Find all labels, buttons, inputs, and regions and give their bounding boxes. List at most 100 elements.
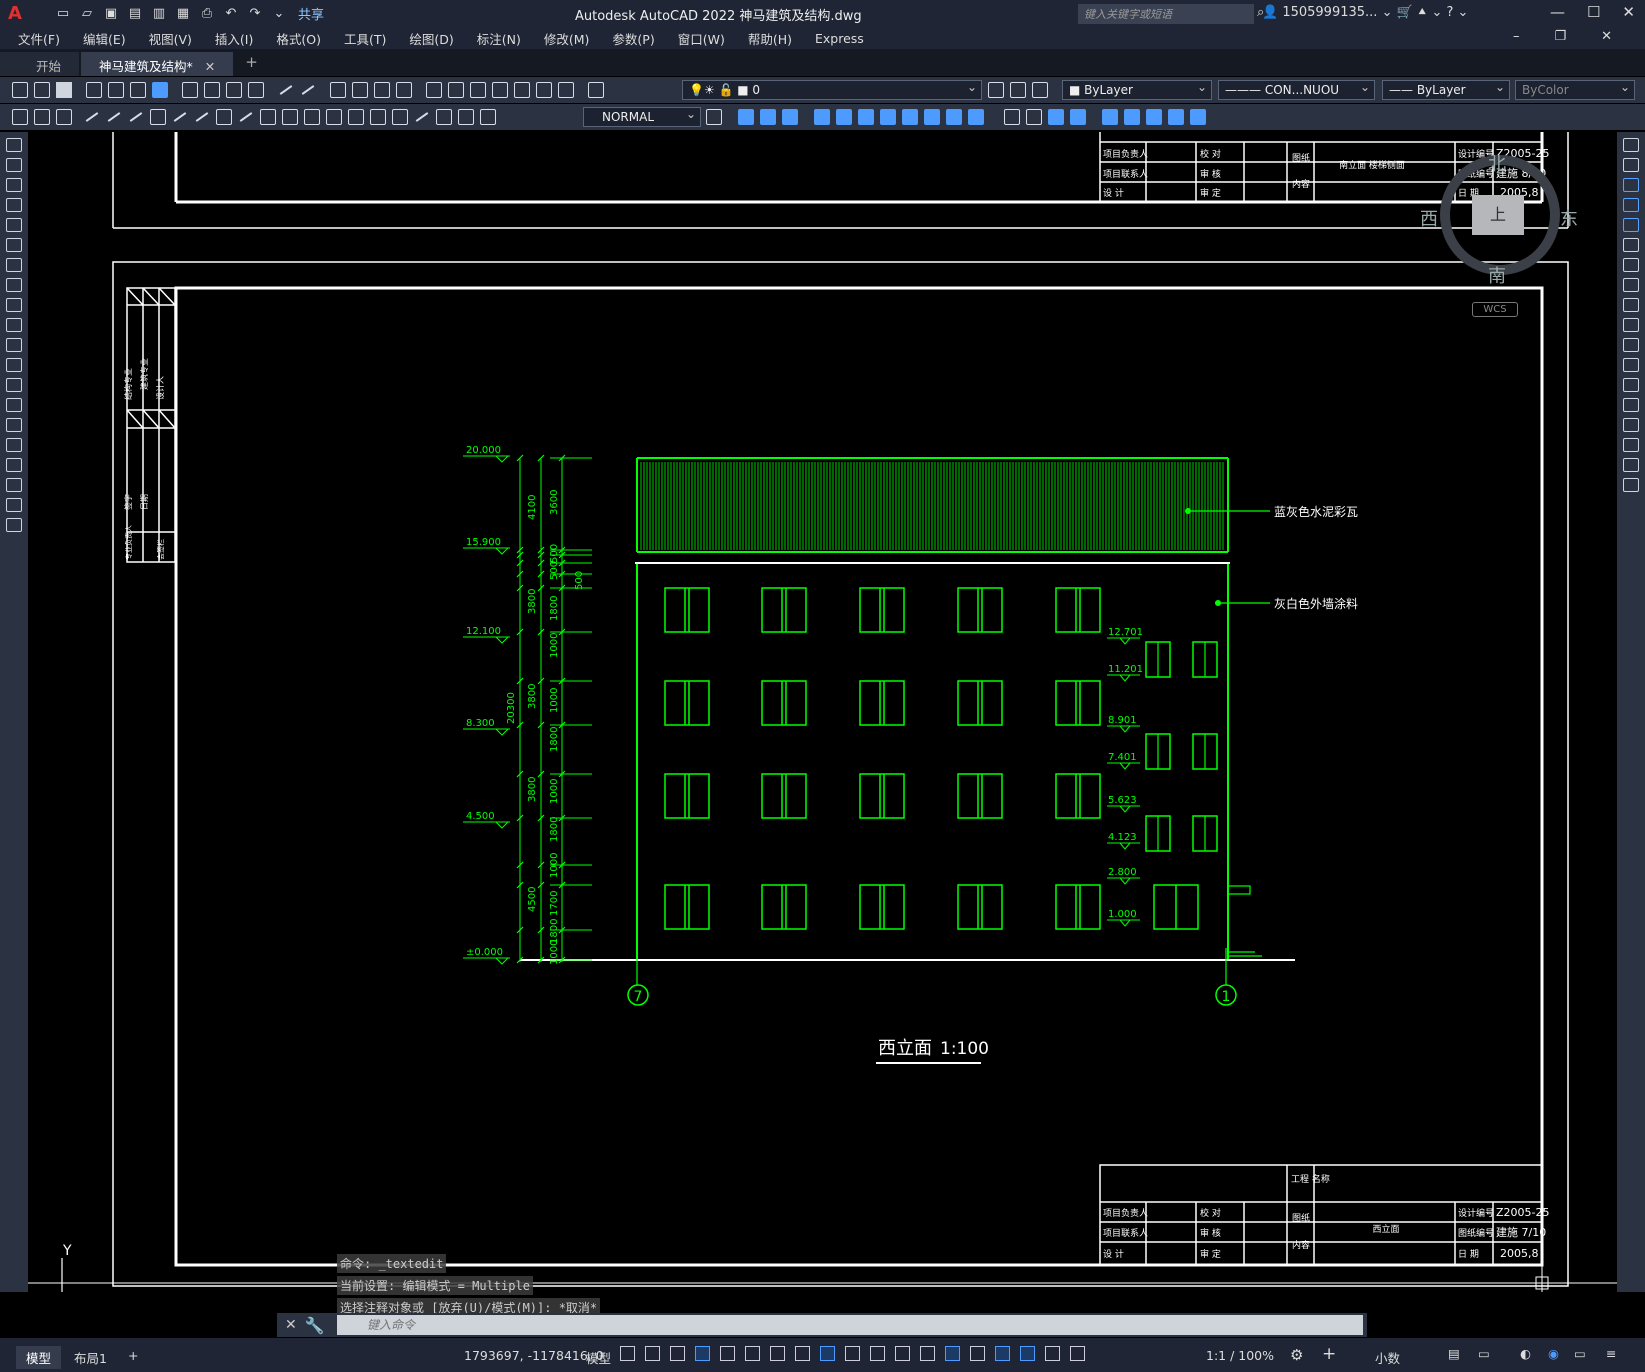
layer-properties-icon[interactable] <box>588 82 604 98</box>
menu-draw[interactable]: 绘图(D) <box>409 29 453 48</box>
3d-slice-icon[interactable] <box>858 109 874 125</box>
model-tab[interactable]: 模型 <box>16 1346 62 1369</box>
chamfer-tool-icon[interactable] <box>1623 418 1639 432</box>
spline-tool-icon[interactable] <box>6 298 22 312</box>
match-properties-icon[interactable] <box>248 82 264 98</box>
inspect-icon[interactable] <box>392 109 408 125</box>
erase-tool-icon[interactable] <box>1623 138 1639 152</box>
scale-tool-icon[interactable] <box>1623 278 1639 292</box>
new-icon[interactable]: ▭ <box>54 6 72 22</box>
lineweight-icon[interactable] <box>845 1346 860 1361</box>
dim-edit-icon[interactable] <box>436 109 452 125</box>
viewcube-top-face[interactable]: 上 <box>1472 195 1524 235</box>
annotation-scale[interactable]: 1:1 / 100% <box>1206 1348 1274 1363</box>
insert-block-tool-icon[interactable] <box>6 358 22 372</box>
user-account[interactable]: 👤 1505999135... ⌄ 🛒 ⯅ ⌄ ? ⌄ <box>1262 5 1468 20</box>
menu-help[interactable]: 帮助(H) <box>748 29 792 48</box>
app-logo[interactable]: A <box>8 3 38 24</box>
share-button[interactable]: 共享 <box>298 4 324 23</box>
workspace-icon[interactable] <box>12 109 28 125</box>
plotstyle-dropdown[interactable]: ByColor <box>1515 80 1635 100</box>
calculator-icon[interactable] <box>536 82 552 98</box>
zoom-realtime-icon[interactable] <box>352 82 368 98</box>
doc-minimize-icon[interactable]: – <box>1513 29 1520 44</box>
region-tool-icon[interactable] <box>6 458 22 472</box>
isodraft-icon[interactable] <box>770 1346 785 1361</box>
customization-icon[interactable]: ≡ <box>1606 1346 1616 1361</box>
tab-close-icon[interactable]: ✕ <box>205 59 215 74</box>
layer-dropdown[interactable]: 💡☀ 🔓 ■ 0 <box>682 80 982 100</box>
viewcube-north[interactable]: 北 <box>1488 150 1506 176</box>
preview-icon[interactable] <box>108 82 124 98</box>
dimstyle-icon[interactable] <box>706 109 722 125</box>
layout1-tab[interactable]: 布局1 <box>64 1346 117 1369</box>
hardware-acceleration-icon[interactable]: ◉ <box>1548 1346 1559 1361</box>
blend-tool-icon[interactable] <box>1623 458 1639 472</box>
menu-modify[interactable]: 修改(M) <box>544 29 590 48</box>
stretch-tool-icon[interactable] <box>1623 298 1639 312</box>
flatten-icon[interactable] <box>1146 109 1162 125</box>
explode-tool-icon[interactable] <box>1623 478 1639 492</box>
3d-align-icon[interactable] <box>968 109 984 125</box>
3d-extrude-icon[interactable] <box>814 109 830 125</box>
gizmo-icon[interactable] <box>995 1346 1010 1361</box>
dim-angular-icon[interactable] <box>238 109 254 125</box>
isolate-objects-icon[interactable]: ◐ <box>1520 1346 1531 1361</box>
color-dropdown[interactable]: ■ ByLayer <box>1062 80 1212 100</box>
menu-format[interactable]: 格式(O) <box>276 29 321 48</box>
3d-union-icon[interactable] <box>760 109 776 125</box>
tolerance-icon[interactable] <box>348 109 364 125</box>
gradient-tool-icon[interactable] <box>6 438 22 452</box>
solid-history-icon[interactable] <box>1048 109 1064 125</box>
infer-constraints-icon[interactable] <box>670 1346 685 1361</box>
toolbar-redo-icon[interactable] <box>300 82 316 98</box>
convert-solid-icon[interactable] <box>1070 109 1086 125</box>
offset-tool-icon[interactable] <box>1623 198 1639 212</box>
fillet-tool-icon[interactable] <box>1623 438 1639 452</box>
redo-icon[interactable]: ↷ <box>246 6 264 22</box>
polygon-tool-icon[interactable] <box>6 198 22 212</box>
lock-ui-icon[interactable]: ▭ <box>1478 1346 1490 1361</box>
rotate-tool-icon[interactable] <box>1623 258 1639 272</box>
help-icon[interactable]: ? <box>1447 5 1454 20</box>
object-snap-tracking-icon[interactable] <box>795 1346 810 1361</box>
save-file-icon[interactable] <box>56 82 72 98</box>
dynamic-input-icon[interactable] <box>695 1346 710 1361</box>
qnew-icon[interactable] <box>12 82 28 98</box>
viewcube-west[interactable]: 西 <box>1420 205 1438 231</box>
paste-icon[interactable] <box>226 82 242 98</box>
arc-tool-icon[interactable] <box>6 238 22 252</box>
dim-radius-icon[interactable] <box>172 109 188 125</box>
maximize-icon[interactable]: ☐ <box>1587 3 1600 21</box>
design-center-icon[interactable] <box>448 82 464 98</box>
circle-tool-icon[interactable] <box>6 258 22 272</box>
quick-dim-icon[interactable] <box>260 109 276 125</box>
coordinates-display[interactable]: 1793697, -1178416, 0 <box>464 1348 604 1363</box>
export-icon[interactable]: ▦ <box>174 6 192 22</box>
break-point-tool-icon[interactable] <box>1623 358 1639 372</box>
menu-view[interactable]: 视图(V) <box>149 29 192 48</box>
properties-icon[interactable] <box>426 82 442 98</box>
viewcube-east[interactable]: 东 <box>1560 205 1578 231</box>
layer-previous-icon[interactable] <box>1010 82 1026 98</box>
publish-toolbar-icon[interactable] <box>130 82 146 98</box>
undo-icon[interactable]: ↶ <box>222 6 240 22</box>
model-space-toggle[interactable]: 模型 <box>586 1348 611 1367</box>
dimstyle-dropdown[interactable]: NORMAL <box>583 107 701 127</box>
imprint-icon[interactable] <box>1190 109 1206 125</box>
block-icon[interactable] <box>34 109 50 125</box>
viewcube[interactable]: 上 北 西 东 南 WCS <box>1420 150 1580 320</box>
revcloud-tool-icon[interactable] <box>6 278 22 292</box>
array-tool-icon[interactable] <box>1623 218 1639 232</box>
hatch-tool-icon[interactable] <box>6 418 22 432</box>
workspace-gear-icon[interactable]: ⚙ <box>1290 1346 1303 1364</box>
point-tool-icon[interactable] <box>6 398 22 412</box>
search-input[interactable]: 键入关键字或短语 <box>1078 4 1254 24</box>
dim-space-icon[interactable] <box>326 109 342 125</box>
xedges-icon[interactable] <box>1168 109 1184 125</box>
menu-dimension[interactable]: 标注(N) <box>477 29 521 48</box>
grid-icon[interactable] <box>620 1346 635 1361</box>
toolbar-undo-icon[interactable] <box>278 82 294 98</box>
dim-jog-line-icon[interactable] <box>414 109 430 125</box>
rectangle-tool-icon[interactable] <box>6 218 22 232</box>
